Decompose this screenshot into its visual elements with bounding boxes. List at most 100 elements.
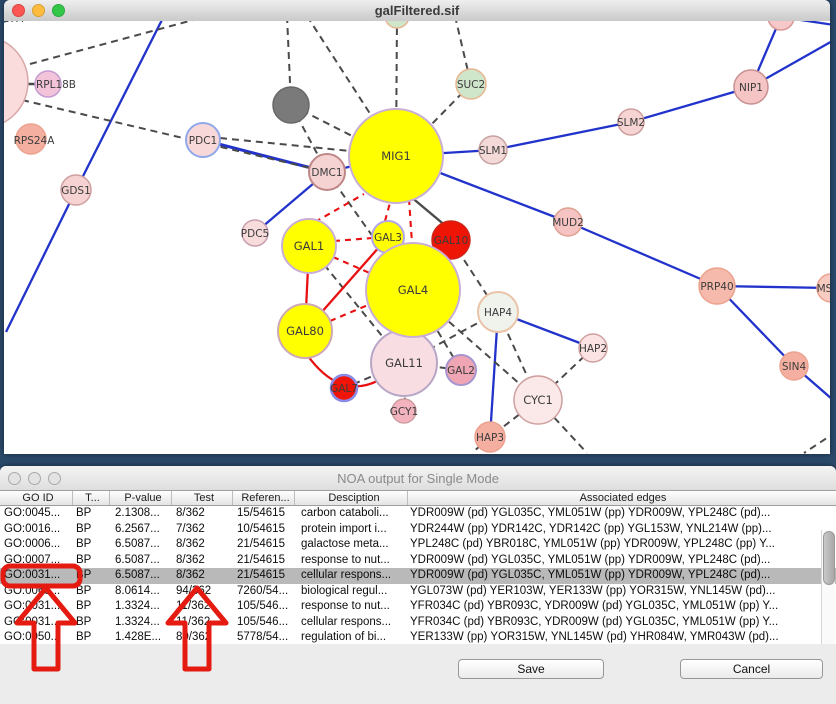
edge[interactable] xyxy=(315,194,364,222)
cell-go-id: GO:0006... xyxy=(0,537,73,553)
node-unnamed-left[interactable] xyxy=(4,36,28,128)
cell-test: 94/362 xyxy=(172,584,233,600)
cell-associated-edges: YDR009W (pd) YGL035C, YML051W (pp) YDR00… xyxy=(408,568,836,584)
edge[interactable] xyxy=(334,238,372,241)
cell-go-id: GO:0065... xyxy=(0,584,73,600)
node-unnamed-gray[interactable] xyxy=(273,87,309,123)
cancel-button[interactable]: Cancel xyxy=(680,659,823,679)
node-label: MUD2 xyxy=(552,217,584,229)
cell-description: biological regul... xyxy=(295,584,408,600)
cell-test: 8/362 xyxy=(172,506,233,522)
cell-description: carbon cataboli... xyxy=(295,506,408,522)
cell-type: BP xyxy=(73,584,110,600)
cell-test: 8/362 xyxy=(172,553,233,569)
node-label: GAL3 xyxy=(374,232,402,244)
cell-description: galactose meta... xyxy=(295,537,408,553)
table-row[interactable]: GO:0031... BP 1.3324... 11/362 105/546..… xyxy=(0,599,836,615)
edge[interactable] xyxy=(409,199,412,243)
edge[interactable] xyxy=(804,432,830,453)
node-label: SIN4 xyxy=(782,361,807,373)
scrollbar-thumb[interactable] xyxy=(823,531,835,585)
cell-reference: 15/54615 xyxy=(233,506,295,522)
node-label: HAP2 xyxy=(579,343,607,355)
cell-type: BP xyxy=(73,568,110,584)
edge[interactable] xyxy=(307,21,378,126)
cell-type: BP xyxy=(73,506,110,522)
edge[interactable] xyxy=(333,257,372,274)
cell-associated-edges: YDR244W (pp) YDR142C, YDR142C (pp) YGL15… xyxy=(408,522,836,538)
node-label: MSI xyxy=(817,283,830,295)
cell-p-value: 6.5087... xyxy=(110,568,172,584)
network-window-titlebar[interactable]: galFiltered.sif xyxy=(4,0,830,22)
column-header-test[interactable]: Test xyxy=(172,491,233,505)
cell-type: BP xyxy=(73,615,110,631)
cell-test: 7/362 xyxy=(172,522,233,538)
table-body: GO:0045... BP 2.1308... 8/362 15/54615 c… xyxy=(0,506,836,646)
node-label: HAP3 xyxy=(476,432,504,444)
column-header-go-id[interactable]: GO ID xyxy=(0,491,73,505)
cell-type: BP xyxy=(73,599,110,615)
table-row[interactable]: GO:0006... BP 6.5087... 8/362 21/54615 g… xyxy=(0,537,836,553)
node-label: PDC5 xyxy=(241,228,269,240)
cell-go-id: GO:0045... xyxy=(0,506,73,522)
node-label: CYC1 xyxy=(523,393,553,407)
edge[interactable] xyxy=(76,21,170,190)
table-row[interactable]: GO:0065... BP 8.0614... 94/362 7260/54..… xyxy=(0,584,836,600)
node-label: GAL4 xyxy=(398,283,429,297)
cell-description: cellular respons... xyxy=(295,568,408,584)
node-topright-cut[interactable] xyxy=(768,21,794,30)
node-top-cut[interactable] xyxy=(385,21,409,28)
save-button[interactable]: Save xyxy=(458,659,604,679)
cell-description: protein import i... xyxy=(295,522,408,538)
column-header-type[interactable]: T... xyxy=(73,491,110,505)
node-label: SUC2 xyxy=(457,79,485,91)
edge[interactable] xyxy=(6,190,76,332)
table-row[interactable]: GO:0007... BP 6.5087... 8/362 21/54615 r… xyxy=(0,553,836,569)
cell-associated-edges: YDR009W (pd) YGL035C, YML051W (pp) YDR00… xyxy=(408,506,836,522)
cell-type: BP xyxy=(73,553,110,569)
table-row[interactable]: GO:0016... BP 6.2567... 7/362 10/54615 p… xyxy=(0,522,836,538)
node-label: DMC1 xyxy=(311,167,342,179)
cell-p-value: 1.3324... xyxy=(110,599,172,615)
window-title: NOA output for Single Mode xyxy=(0,471,836,486)
edge[interactable] xyxy=(631,87,751,122)
column-header-associated-edges[interactable]: Associated edges xyxy=(408,491,836,505)
cell-description: response to nut... xyxy=(295,553,408,569)
network-canvas[interactable]: 17A RPL18B RPS24A GDS1 PDC1 DMC1 SUC2 SL… xyxy=(4,21,830,454)
cell-associated-edges: YGL073W (pd) YER103W, YER133W (pp) YOR31… xyxy=(408,584,836,600)
cell-type: BP xyxy=(73,522,110,538)
edge[interactable] xyxy=(493,122,631,150)
cell-test: 8/362 xyxy=(172,537,233,553)
node-label: PDC1 xyxy=(189,135,217,147)
column-header-reference[interactable]: Referen... xyxy=(233,491,295,505)
node-label: SLM2 xyxy=(617,117,645,129)
node-label: SLM1 xyxy=(479,145,507,157)
table-header: GO ID T... P-value Test Referen... Desci… xyxy=(0,490,836,506)
node-label: GAL7 xyxy=(330,383,358,395)
cell-associated-edges: YFR034C (pd) YBR093C, YDR009W (pd) YGL03… xyxy=(408,615,836,631)
node-label: MIG1 xyxy=(381,149,411,163)
cell-associated-edges: YDR009W (pd) YGL035C, YML051W (pp) YDR00… xyxy=(408,553,836,569)
edge[interactable] xyxy=(568,222,717,286)
node-label: 17A xyxy=(4,21,24,25)
cell-type: BP xyxy=(73,537,110,553)
cell-reference: 21/54615 xyxy=(233,553,295,569)
column-header-description[interactable]: Desciption xyxy=(295,491,408,505)
node-label: GAL11 xyxy=(385,356,423,370)
window-title: galFiltered.sif xyxy=(4,3,830,18)
noa-output-window: NOA output for Single Mode GO ID T... P-… xyxy=(0,466,836,704)
node-label: RPS24A xyxy=(14,135,56,147)
column-header-p-value[interactable]: P-value xyxy=(110,491,172,505)
table-row[interactable]: GO:0031... BP 1.3324... 11/362 105/546..… xyxy=(0,615,836,631)
cell-p-value: 8.0614... xyxy=(110,584,172,600)
table-row[interactable]: GO:0045... BP 2.1308... 8/362 15/54615 c… xyxy=(0,506,836,522)
cell-test: 11/362 xyxy=(172,615,233,631)
noa-window-titlebar[interactable]: NOA output for Single Mode xyxy=(0,466,836,491)
cell-associated-edges: YFR034C (pd) YBR093C, YDR009W (pd) YGL03… xyxy=(408,599,836,615)
edge[interactable] xyxy=(30,21,208,64)
table-row-selected[interactable]: GO:0031... BP 6.5087... 8/362 21/54615 c… xyxy=(0,568,836,584)
cell-test: 8/362 xyxy=(172,568,233,584)
cell-go-id: GO:0031... xyxy=(0,599,73,615)
network-window: galFiltered.sif xyxy=(4,0,830,454)
node-label: PRP40 xyxy=(700,281,733,293)
